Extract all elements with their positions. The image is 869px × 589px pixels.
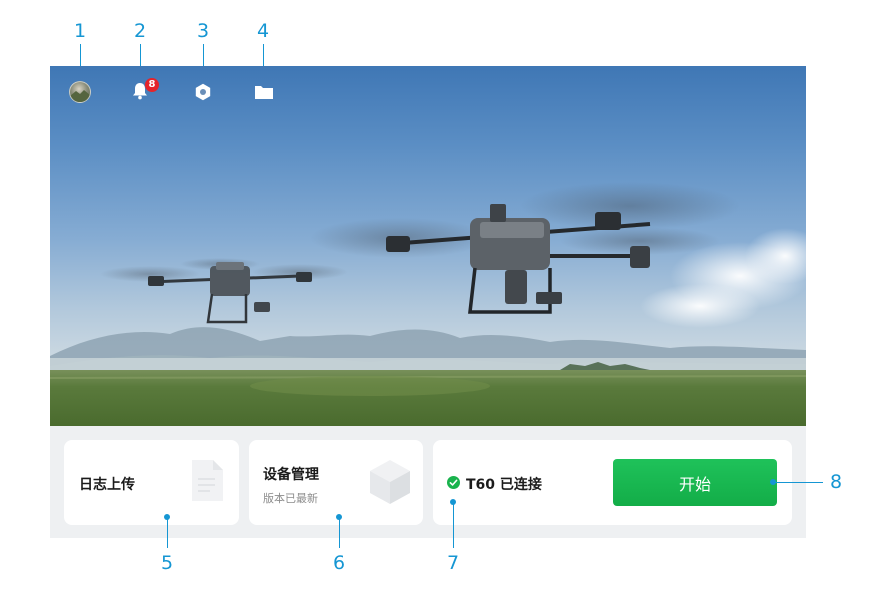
user-avatar[interactable] bbox=[69, 81, 91, 103]
hero-image: 8 bbox=[50, 66, 806, 426]
callout-number-8: 8 bbox=[829, 471, 843, 493]
settings-hexagon-icon bbox=[195, 83, 211, 101]
callout-number-7: 7 bbox=[446, 552, 460, 574]
log-upload-card[interactable]: 日志上传 bbox=[64, 440, 239, 525]
callout-line-7 bbox=[453, 502, 454, 548]
callout-line-5 bbox=[167, 517, 168, 548]
callout-number-6: 6 bbox=[332, 552, 346, 574]
cube-icon bbox=[370, 460, 410, 504]
callout-line-6 bbox=[339, 517, 340, 548]
small-drone bbox=[100, 258, 348, 324]
connection-card: T60 已连接 开始 bbox=[433, 440, 792, 525]
connection-status-text: T60 已连接 bbox=[466, 477, 542, 493]
callout-line-8 bbox=[773, 482, 823, 483]
avatar-icon bbox=[70, 90, 90, 102]
callout-number-4: 4 bbox=[256, 20, 270, 42]
callout-number-3: 3 bbox=[196, 20, 210, 42]
device-management-card[interactable]: 设备管理 版本已最新 bbox=[249, 440, 423, 525]
check-circle-icon bbox=[447, 476, 460, 489]
device-management-title: 设备管理 bbox=[263, 467, 319, 483]
callout-number-5: 5 bbox=[160, 552, 174, 574]
log-upload-title: 日志上传 bbox=[79, 477, 135, 493]
firmware-status-text: 版本已最新 bbox=[263, 492, 318, 505]
app-home-screen: 8 日志上传 设备管理 版本已最新 T60 已连接 开始 bbox=[50, 66, 806, 538]
callout-number-2: 2 bbox=[133, 20, 147, 42]
start-button[interactable]: 开始 bbox=[613, 459, 777, 506]
settings-button[interactable] bbox=[190, 79, 216, 105]
files-button[interactable] bbox=[251, 79, 277, 105]
document-icon bbox=[192, 460, 223, 501]
drone-field-illustration bbox=[50, 182, 806, 426]
figure-canvas: 1 2 3 4 8 日志上传 设备管理 版本已最新 T60 已连接 开始 5 6… bbox=[0, 0, 869, 589]
folder-icon bbox=[255, 86, 273, 99]
notification-count-badge: 8 bbox=[145, 78, 159, 92]
callout-number-1: 1 bbox=[73, 20, 87, 42]
